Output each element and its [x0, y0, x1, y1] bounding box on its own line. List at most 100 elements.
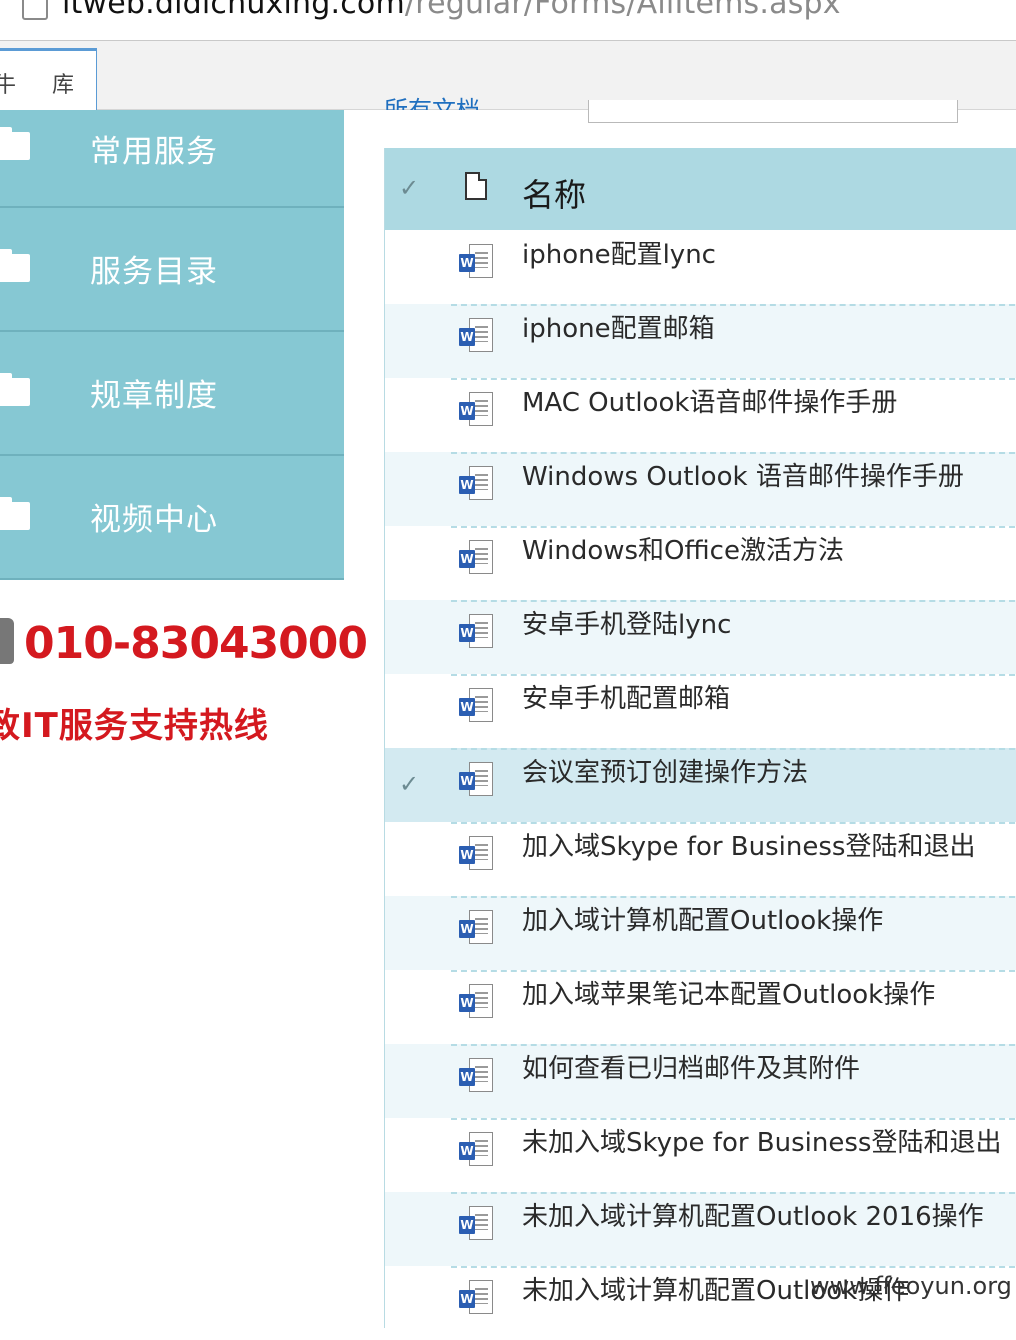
document-title-link[interactable]: 会议室预订创建操作方法	[522, 752, 808, 789]
nav-item-label: 常用服务	[90, 134, 218, 170]
tab-fragment: 牛	[0, 73, 17, 98]
nav-item-common-services[interactable]: 常用服务	[0, 110, 344, 208]
document-title-link[interactable]: 未加入域Skype for Business登陆和退出	[522, 1122, 1001, 1159]
folder-icon	[0, 373, 30, 406]
row-separator	[451, 822, 1016, 824]
select-all-check-icon[interactable]: ✓	[399, 174, 419, 202]
phone-icon	[0, 618, 14, 664]
document-list: ✓ 名称 Wiphone配置lync Wiphone配置邮箱 W MAC Outloo…	[384, 148, 1016, 1328]
folder-icon	[0, 249, 30, 282]
document-title-link[interactable]: 安卓手机配置邮箱	[522, 678, 730, 715]
word-badge: W	[459, 1142, 475, 1160]
word-doc-icon: W	[459, 614, 495, 650]
document-title-link[interactable]: Windows和Office激活方法	[522, 530, 844, 567]
word-doc-icon: W	[459, 540, 495, 576]
hotline-tagline: 致IT服务支持热线	[0, 706, 269, 746]
table-row[interactable]: Wiphone配置lync	[385, 230, 1016, 304]
folder-icon	[0, 127, 30, 160]
word-badge: W	[459, 846, 475, 864]
row-separator	[451, 1192, 1016, 1194]
row-separator	[451, 1044, 1016, 1046]
nav-item-label: 视频中心	[90, 502, 218, 538]
address-bar[interactable]: itweb.didichuxing.com/regular/Forms/AllI…	[0, 0, 1016, 41]
row-separator	[451, 600, 1016, 602]
document-title-link[interactable]: 如何查看已归档邮件及其附件	[522, 1048, 860, 1085]
word-doc-icon: W	[459, 984, 495, 1020]
document-title-link[interactable]: Windows Outlook 语音邮件操作手册	[522, 456, 964, 493]
word-doc-icon: W	[459, 910, 495, 946]
hotline-number: 010-83043000	[24, 618, 368, 669]
nav-item-video-center[interactable]: 视频中心	[0, 456, 344, 580]
url-text[interactable]: itweb.didichuxing.com/regular/Forms/AllI…	[62, 0, 841, 21]
table-row[interactable]: W 未加入域计算机配置Outlook 2016操作	[385, 1192, 1016, 1266]
row-check-icon[interactable]: ✓	[399, 770, 419, 798]
row-separator	[451, 526, 1016, 528]
document-title-link[interactable]: 安卓手机登陆lync	[522, 604, 731, 641]
row-separator	[451, 748, 1016, 750]
url-host: itweb.didichuxing.com	[62, 0, 405, 21]
document-title-link[interactable]: MAC Outlook语音邮件操作手册	[522, 382, 897, 419]
word-doc-icon: W	[459, 392, 495, 428]
word-badge: W	[459, 994, 475, 1012]
table-row[interactable]: W Windows Outlook 语音邮件操作手册	[385, 452, 1016, 526]
word-badge: W	[459, 1068, 475, 1086]
word-badge: W	[459, 698, 475, 716]
row-separator	[451, 452, 1016, 454]
table-row[interactable]: W 加入域苹果笔记本配置Outlook操作	[385, 970, 1016, 1044]
tab-library[interactable]: 牛 库	[0, 48, 97, 111]
row-separator	[451, 896, 1016, 898]
word-badge: W	[459, 254, 475, 272]
nav-item-service-catalog[interactable]: 服务目录	[0, 208, 344, 332]
table-row[interactable]: ✓ W 会议室预订创建操作方法	[385, 748, 1016, 822]
all-documents-link[interactable]: 所有文档	[384, 90, 480, 110]
word-doc-icon: W	[459, 244, 495, 280]
it-hotline-banner: 010-83043000 致IT服务支持热线	[0, 600, 368, 760]
row-separator	[451, 378, 1016, 380]
word-badge: W	[459, 550, 475, 568]
table-row[interactable]: W 如何查看已归档邮件及其附件	[385, 1044, 1016, 1118]
row-separator	[451, 674, 1016, 676]
column-header-name[interactable]: 名称	[522, 170, 586, 216]
table-row[interactable]: W 安卓手机配置邮箱	[385, 674, 1016, 748]
word-doc-icon: W	[459, 1058, 495, 1094]
row-separator	[451, 1266, 1016, 1268]
word-doc-icon: W	[459, 318, 495, 354]
watermark: www.ffeoyun.org	[810, 1272, 1012, 1300]
table-row[interactable]: W 加入域Skype for Business登陆和退出	[385, 822, 1016, 896]
word-badge: W	[459, 328, 475, 346]
document-title-link[interactable]: 加入域苹果笔记本配置Outlook操作	[522, 974, 935, 1011]
table-row[interactable]: W MAC Outlook语音邮件操作手册	[385, 378, 1016, 452]
table-row[interactable]: W 安卓手机登陆lync	[385, 600, 1016, 674]
list-header: ✓ 名称	[385, 148, 1016, 230]
tab-label: 库	[52, 73, 75, 98]
word-doc-icon: W	[459, 1280, 495, 1316]
table-row[interactable]: W 加入域计算机配置Outlook操作	[385, 896, 1016, 970]
word-doc-icon: W	[459, 1132, 495, 1168]
word-doc-icon: W	[459, 836, 495, 872]
page-icon	[22, 0, 48, 20]
folder-icon	[0, 497, 30, 530]
left-navigation: 常用服务 服务目录 规章制度 视频中心	[0, 110, 344, 580]
table-row[interactable]: W 未加入域Skype for Business登陆和退出	[385, 1118, 1016, 1192]
word-badge: W	[459, 476, 475, 494]
word-badge: W	[459, 1290, 475, 1308]
document-title-link[interactable]: 加入域计算机配置Outlook操作	[522, 900, 883, 937]
document-title-link[interactable]: 未加入域计算机配置Outlook 2016操作	[522, 1196, 984, 1233]
row-separator	[451, 1118, 1016, 1120]
table-row[interactable]: W Windows和Office激活方法	[385, 526, 1016, 600]
nav-item-label: 服务目录	[90, 254, 218, 290]
word-badge: W	[459, 402, 475, 420]
document-title-link[interactable]: iphone配置邮箱	[522, 308, 715, 345]
nav-item-regulations[interactable]: 规章制度	[0, 332, 344, 456]
word-badge: W	[459, 624, 475, 642]
word-doc-icon: W	[459, 466, 495, 502]
row-separator	[451, 304, 1016, 306]
word-badge: W	[459, 772, 475, 790]
view-select[interactable]	[588, 100, 958, 123]
document-title-link[interactable]: iphone配置lync	[522, 234, 716, 271]
word-badge: W	[459, 920, 475, 938]
url-path: /regular/Forms/AllItems.aspx	[404, 0, 841, 21]
word-doc-icon: W	[459, 688, 495, 724]
document-title-link[interactable]: 加入域Skype for Business登陆和退出	[522, 826, 975, 863]
table-row[interactable]: Wiphone配置邮箱	[385, 304, 1016, 378]
